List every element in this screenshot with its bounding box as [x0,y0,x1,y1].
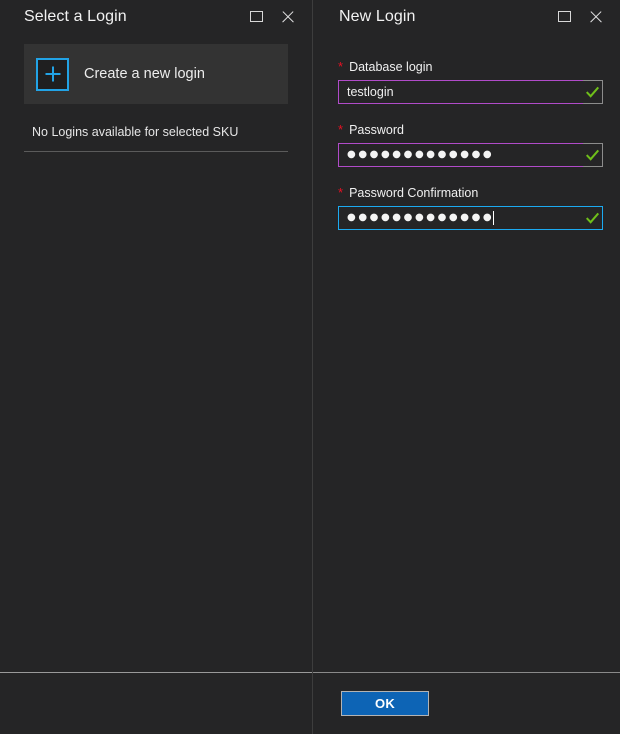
restore-icon [558,11,571,22]
password-confirmation-label: Password Confirmation [349,186,478,200]
create-a-new-login-tile[interactable]: Create a new login [24,44,288,104]
right-blade-footer: OK [313,672,620,734]
database-login-input-wrapper[interactable]: testlogin [338,80,603,104]
database-login-validation [583,80,603,104]
password-masked-value: ●●●●●●●●●●●●● [347,150,494,160]
password-confirmation-input[interactable]: ●●●●●●●●●●●●● [338,206,583,230]
password-label: Password [349,123,404,137]
password-validation [583,143,603,167]
required-asterisk-icon: * [338,123,343,136]
azure-portal-blades: Select a Login Create a new login No Log… [0,0,620,734]
password-label-row: * Password [338,123,603,137]
no-logins-message: No Logins available for selected SKU [24,125,288,139]
required-asterisk-icon: * [338,60,343,73]
ok-button[interactable]: OK [341,691,429,716]
password-input-wrapper[interactable]: ●●●●●●●●●●●●● [338,143,603,167]
right-blade-title: New Login [339,0,556,33]
left-blade-window-buttons [248,9,302,25]
right-restore-button[interactable] [556,9,572,25]
checkmark-icon [586,212,599,225]
required-asterisk-icon: * [338,186,343,199]
field-database-login: * Database login testlogin [338,60,603,104]
new-login-form: * Database login testlogin [313,33,620,672]
field-password: * Password ●●●●●●●●●●●●● [338,123,603,167]
plus-icon [36,58,69,91]
database-login-label-row: * Database login [338,60,603,74]
password-input[interactable]: ●●●●●●●●●●●●● [338,143,583,167]
new-login-blade: New Login * Database login testl [313,0,620,734]
checkmark-icon [586,86,599,99]
select-a-login-blade: Select a Login Create a new login No Log… [0,0,313,734]
checkmark-icon [586,149,599,162]
password-confirmation-masked-value: ●●●●●●●●●●●●● [347,213,494,223]
password-confirmation-label-row: * Password Confirmation [338,186,603,200]
database-login-label: Database login [349,60,432,74]
text-caret [493,211,494,225]
database-login-value: testlogin [347,85,394,99]
database-login-input[interactable]: testlogin [338,80,583,104]
close-icon [281,10,295,24]
left-close-button[interactable] [280,9,296,25]
password-confirmation-validation [583,206,603,230]
restore-icon [250,11,263,22]
right-close-button[interactable] [588,9,604,25]
right-blade-window-buttons [556,9,610,25]
left-blade-title: Select a Login [24,0,248,33]
close-icon [589,10,603,24]
create-a-new-login-label: Create a new login [84,66,205,82]
left-blade-titlebar: Select a Login [0,0,312,33]
login-list-body: Create a new login No Logins available f… [0,33,312,672]
password-confirmation-input-wrapper[interactable]: ●●●●●●●●●●●●● [338,206,603,230]
right-blade-titlebar: New Login [313,0,620,33]
left-blade-footer [0,672,312,734]
field-password-confirmation: * Password Confirmation ●●●●●●●●●●●●● [338,186,603,230]
left-restore-button[interactable] [248,9,264,25]
list-divider [24,151,288,152]
